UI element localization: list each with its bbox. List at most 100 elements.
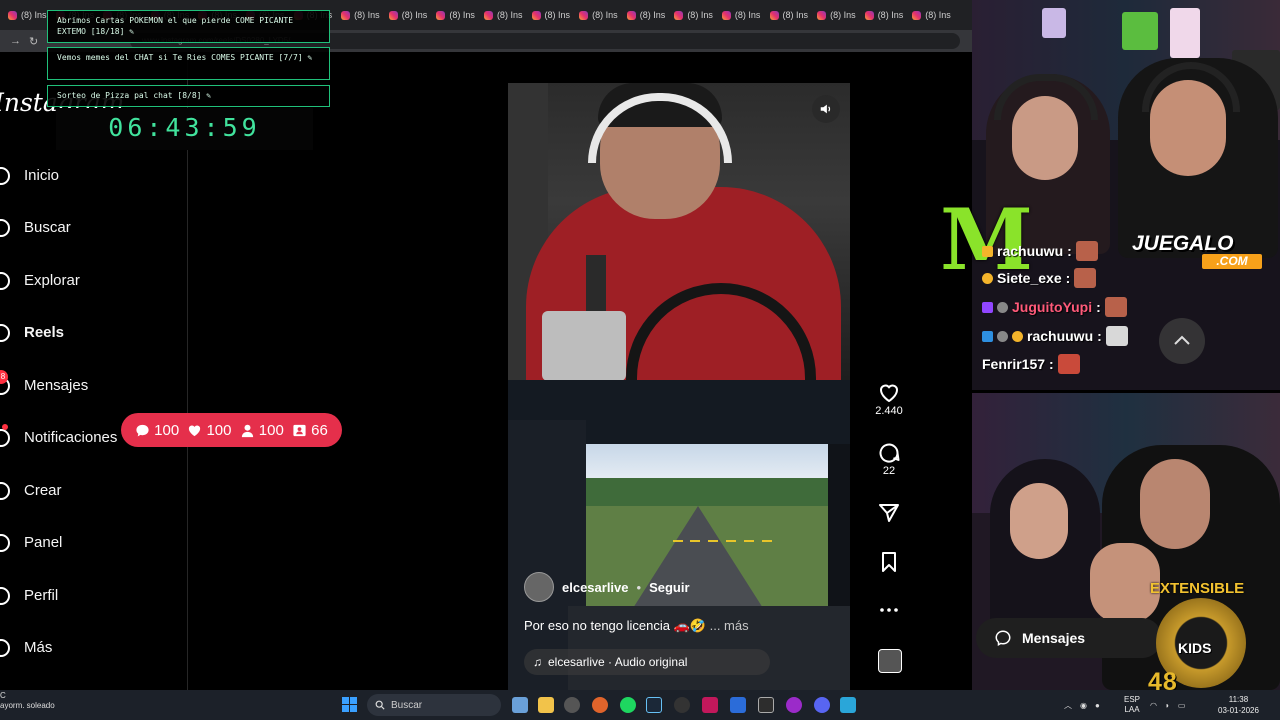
browser-tab[interactable]: (8) Ins: [666, 4, 714, 26]
browser-tab-label: (8) Ins: [544, 10, 571, 20]
search-icon: [0, 216, 14, 238]
browser-tab[interactable]: (8) Ins: [857, 4, 905, 26]
taskbar-clock[interactable]: 11:38 03-01-2026: [1218, 694, 1259, 716]
subs-count: 66: [311, 421, 328, 439]
comment-button[interactable]: 22: [874, 441, 904, 477]
reel-webcam-frame: [508, 83, 850, 380]
discord-icon[interactable]: [814, 697, 830, 713]
save-button[interactable]: [874, 550, 904, 574]
wifi-icon[interactable]: ◠: [1150, 701, 1157, 710]
home-icon: [0, 164, 14, 186]
obs-icon[interactable]: [674, 697, 690, 713]
mute-button[interactable]: [812, 95, 840, 123]
author-avatar[interactable]: [524, 572, 554, 602]
sidebar-item-crear[interactable]: Crear: [0, 477, 62, 503]
sidebar-item-mas[interactable]: Más: [0, 634, 52, 660]
github-icon[interactable]: [564, 697, 580, 713]
sidebar-item-inicio[interactable]: Inicio: [0, 162, 59, 188]
sidebar-item-label: Reels: [24, 323, 65, 341]
spotify-icon[interactable]: [620, 697, 636, 713]
sidebar-item-mensajes[interactable]: 8 Mensajes: [0, 370, 89, 398]
browser-tab[interactable]: (8) Ins: [333, 4, 381, 26]
like-button[interactable]: 2.440: [874, 381, 904, 417]
author-name[interactable]: elcesarlive: [562, 580, 629, 595]
browser-tab[interactable]: (8) Ins: [476, 4, 524, 26]
reload-icon[interactable]: ↻: [29, 35, 38, 48]
instagram-favicon-icon: [8, 10, 17, 20]
browser-tab-label: (8) Ins: [734, 10, 761, 20]
chat-username: rachuuwu: [1027, 328, 1094, 344]
caption-more-link[interactable]: ... más: [710, 618, 749, 633]
stream-task-2: Vemos memes del CHAT si Te Ries COMES PI…: [47, 47, 330, 80]
sidebar-item-label: Crear: [24, 481, 62, 499]
browser-tab[interactable]: (8) Ins: [762, 4, 810, 26]
steam-icon[interactable]: [646, 697, 662, 713]
comment-count: 22: [882, 465, 896, 477]
menu-icon: [0, 636, 14, 658]
windows-start-icon[interactable]: [342, 697, 357, 712]
badge-icon: [997, 330, 1008, 342]
likes-stat: 100: [187, 422, 232, 439]
browser-tab-label: (8) Ins: [687, 10, 713, 20]
messages-pill[interactable]: Mensajes: [976, 618, 1162, 658]
volume-icon[interactable]: ◗: [1165, 701, 1170, 710]
sidebar-item-explorar[interactable]: Explorar: [0, 267, 80, 293]
follow-button[interactable]: Seguir: [649, 580, 689, 595]
bookmark-icon: [882, 552, 896, 572]
chevron-up-icon[interactable]: ︿: [1064, 700, 1072, 711]
app-icon[interactable]: [730, 697, 746, 713]
stream-task-1: Abrimos Cartas POKEMON el que pierde COM…: [47, 10, 330, 43]
browser-tab[interactable]: (8) Ins: [524, 4, 572, 26]
scroll-up-button[interactable]: [1159, 318, 1205, 364]
app-icon[interactable]: [758, 697, 774, 713]
browser-tab[interactable]: (8) Ins: [619, 4, 667, 26]
chevron-up-icon: [1174, 335, 1190, 345]
file-explorer-icon[interactable]: [538, 697, 554, 713]
network-icon[interactable]: ◉: [1080, 701, 1087, 710]
sidebar-item-panel[interactable]: Panel: [0, 529, 62, 555]
browser-tab-label: (8) Ins: [21, 10, 47, 20]
language-indicator[interactable]: ESP LAA: [1124, 695, 1140, 715]
reel-audio[interactable]: ♫ elcesarlive · Audio original: [524, 649, 770, 675]
more-options-button[interactable]: [874, 598, 904, 622]
chat-username: JuguitoYupi: [1012, 299, 1093, 315]
prime-badge-icon: [982, 301, 993, 313]
compass-icon: [0, 269, 14, 291]
microphone-icon[interactable]: ●: [1095, 701, 1100, 710]
sidebar-item-buscar[interactable]: Buscar: [0, 214, 71, 240]
battery-icon[interactable]: ▭: [1178, 701, 1186, 710]
browser-tab[interactable]: (8) Ins: [809, 4, 857, 26]
browser-tab-label: (8) Ins: [639, 10, 666, 20]
browser-tab[interactable]: (8) Ins: [714, 4, 762, 26]
sub-badge-icon: [982, 272, 993, 284]
browser-tab-label: (8) Ins: [496, 10, 523, 20]
app-icon[interactable]: [702, 697, 718, 713]
taskbar-search[interactable]: Buscar: [367, 694, 501, 716]
browser-tab-label: (8) Ins: [830, 10, 856, 20]
forward-icon[interactable]: →: [10, 35, 21, 47]
paper-plane-icon: [879, 504, 899, 522]
firefox-icon[interactable]: [592, 697, 608, 713]
app-icon[interactable]: [840, 697, 856, 713]
messages-count: 100: [154, 421, 180, 439]
audio-label: elcesarlive · Audio original: [548, 655, 688, 669]
sidebar-item-perfil[interactable]: Perfil: [0, 582, 58, 608]
opera-icon[interactable]: [786, 697, 802, 713]
sidebar-item-label: Mensajes: [24, 376, 89, 394]
browser-tab[interactable]: (8) Ins: [381, 4, 429, 26]
chat-message: rachuuwu :: [982, 325, 1128, 347]
task-view-icon[interactable]: [512, 697, 528, 713]
stream-timer: 06:43:59: [56, 108, 313, 150]
plus-icon: [0, 479, 14, 501]
weather-widget[interactable]: C ayorm. soleado: [0, 691, 55, 711]
browser-tab[interactable]: (8) Ins: [904, 4, 952, 26]
browser-tab[interactable]: (8) Ins: [0, 4, 48, 26]
sidebar-item-notificaciones[interactable]: Notificaciones: [0, 424, 117, 450]
chat-separator: :: [1067, 243, 1072, 259]
browser-tab[interactable]: (8) Ins: [428, 4, 476, 26]
sidebar-item-reels[interactable]: Reels: [0, 319, 64, 345]
reel-author[interactable]: elcesarlive • Seguir: [524, 572, 690, 602]
share-button[interactable]: [874, 501, 904, 525]
audio-thumbnail[interactable]: [878, 649, 902, 673]
browser-tab[interactable]: (8) Ins: [571, 4, 619, 26]
